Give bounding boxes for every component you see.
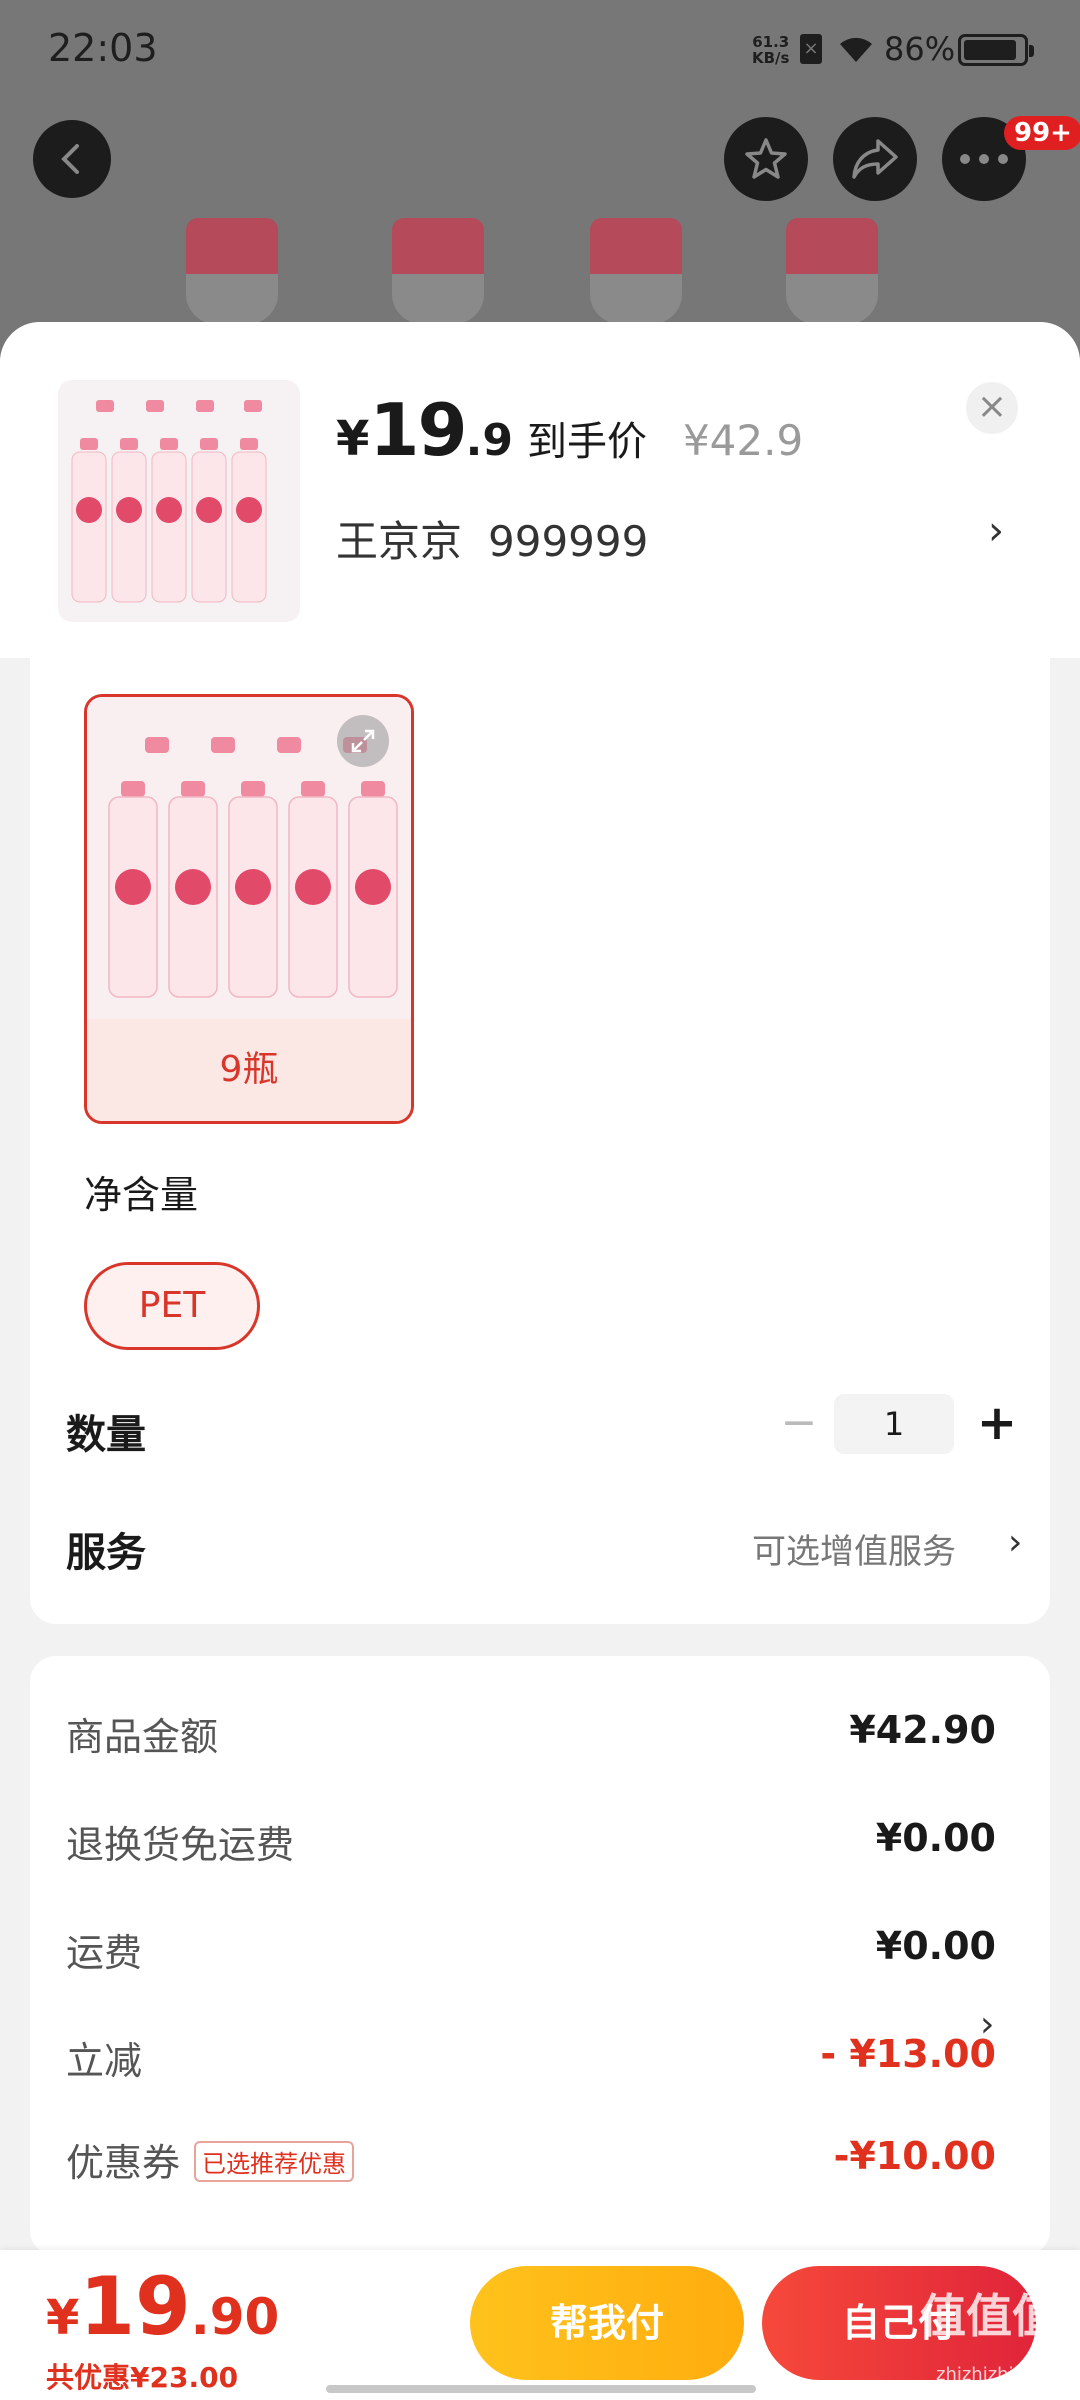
star-icon bbox=[745, 138, 787, 179]
more-icon bbox=[960, 154, 1008, 164]
back-button[interactable] bbox=[33, 120, 111, 198]
close-button[interactable]: × bbox=[966, 382, 1018, 434]
fee-row: 商品金额 ¥42.90 bbox=[66, 1706, 996, 1766]
fee-row: 退换货免运费 ¥0.00 bbox=[66, 1814, 996, 1874]
product-image-bottle bbox=[590, 218, 682, 278]
share-icon bbox=[852, 139, 898, 179]
total-price: ¥ 19 .90 bbox=[46, 2260, 279, 2353]
product-image-bottle bbox=[590, 274, 682, 324]
sheet-header: ¥ 19 .9 到手价 ¥42.9 × 王京京 999999 › bbox=[0, 322, 1080, 658]
recipient-phone: 999999 bbox=[488, 517, 649, 566]
watermark: 值值值 bbox=[920, 2289, 1058, 2343]
wifi-icon bbox=[840, 37, 872, 62]
chevron-right-icon[interactable]: › bbox=[1008, 1522, 1022, 1563]
quantity-decrease-button[interactable]: − bbox=[774, 1398, 824, 1448]
status-time: 22:03 bbox=[48, 26, 158, 70]
coupon-tag: 已选推荐优惠 bbox=[194, 2141, 355, 2182]
variant-label: 9瓶 bbox=[87, 1019, 411, 1121]
recipient-name: 王京京 bbox=[336, 517, 463, 566]
product-thumbnail[interactable] bbox=[58, 380, 300, 622]
battery-percent: 86% bbox=[884, 30, 956, 68]
original-price: ¥42.9 bbox=[682, 416, 804, 465]
expand-icon[interactable] bbox=[337, 715, 389, 767]
packaging-option-chip[interactable]: PET bbox=[84, 1262, 260, 1350]
share-button[interactable] bbox=[833, 117, 917, 201]
quantity-input[interactable]: 1 bbox=[834, 1394, 954, 1454]
total-currency: ¥ bbox=[46, 2290, 80, 2346]
back-icon bbox=[61, 144, 79, 174]
product-image-bottle bbox=[786, 274, 878, 324]
price-decimal: .9 bbox=[465, 415, 513, 466]
price-currency: ¥ bbox=[336, 411, 370, 467]
fee-row: 运费 ¥0.00 bbox=[66, 1922, 996, 1982]
help-pay-button[interactable]: 帮我付 bbox=[470, 2266, 744, 2380]
fee-value: ¥0.00 bbox=[875, 1924, 996, 1968]
fee-value: ¥42.90 bbox=[849, 1708, 996, 1752]
product-image-bottle bbox=[392, 218, 484, 278]
chevron-right-icon[interactable]: › bbox=[988, 508, 1004, 554]
fee-value-discount: - ¥13.00 bbox=[820, 2032, 996, 2076]
variant-option-selected[interactable]: 9瓶 bbox=[84, 694, 414, 1124]
total-decimal: .90 bbox=[190, 2288, 280, 2346]
quantity-label: 数量 bbox=[66, 1412, 146, 1458]
fee-label: 立减 bbox=[66, 2039, 143, 2083]
chevron-right-icon[interactable]: › bbox=[980, 2004, 994, 2045]
home-indicator[interactable] bbox=[326, 2385, 756, 2393]
fee-label: 退换货免运费 bbox=[66, 1823, 295, 1867]
fee-label: 商品金额 bbox=[66, 1715, 219, 1759]
product-image-bottle bbox=[186, 274, 278, 324]
favorite-button[interactable] bbox=[724, 117, 808, 201]
purchase-sheet: ¥ 19 .9 到手价 ¥42.9 × 王京京 999999 › 9瓶 净含量 … bbox=[0, 322, 1080, 2400]
product-thumbnail-image bbox=[71, 400, 267, 603]
service-selector[interactable]: 可选增值服务 bbox=[752, 1524, 956, 1573]
network-speed: 61.3 KB/s bbox=[752, 33, 790, 67]
fee-row: 立减 - ¥13.00 bbox=[66, 2030, 996, 2090]
coupon-value: -¥10.00 bbox=[833, 2134, 996, 2178]
service-label: 服务 bbox=[66, 1530, 146, 1576]
coupon-label: 优惠券 已选推荐优惠 bbox=[66, 2132, 355, 2187]
total-saving: 共优惠¥23.00 bbox=[46, 2361, 239, 2394]
status-bar: 22:03 61.3 KB/s × 86% bbox=[0, 0, 1080, 100]
close-icon: × bbox=[976, 386, 1008, 427]
price-line: ¥ 19 .9 到手价 ¥42.9 bbox=[336, 388, 803, 472]
final-price-label: 到手价 bbox=[526, 419, 647, 465]
total-integer: 19 bbox=[79, 2260, 191, 2353]
address-selector[interactable]: 王京京 999999 bbox=[336, 508, 648, 569]
sim-icon: × bbox=[800, 34, 822, 64]
bottom-action-bar: ¥ 19 .90 共优惠¥23.00 帮我付 自己付 bbox=[0, 2250, 1080, 2400]
coupon-row[interactable]: 优惠券 已选推荐优惠 -¥10.00 bbox=[66, 2132, 996, 2192]
fee-value: ¥0.00 bbox=[875, 1816, 996, 1860]
net-content-label: 净含量 bbox=[84, 1173, 199, 1217]
product-image-bottle bbox=[786, 218, 878, 278]
price-breakdown-card: 商品金额 ¥42.90 退换货免运费 ¥0.00 运费 ¥0.00 立减 - ¥… bbox=[30, 1656, 1050, 2256]
fee-label: 运费 bbox=[66, 1931, 143, 1975]
product-image-bottle bbox=[392, 274, 484, 324]
product-image-bottle bbox=[186, 218, 278, 278]
price-integer: 19 bbox=[369, 388, 467, 472]
notification-badge: 99+ bbox=[1004, 116, 1080, 150]
battery-icon bbox=[958, 34, 1034, 66]
watermark-url: zhizhizhi.com bbox=[936, 2364, 1058, 2385]
quantity-increase-button[interactable]: + bbox=[972, 1398, 1022, 1448]
options-card: 9瓶 净含量 PET 数量 − 1 + 服务 可选增值服务 › bbox=[30, 658, 1050, 1624]
